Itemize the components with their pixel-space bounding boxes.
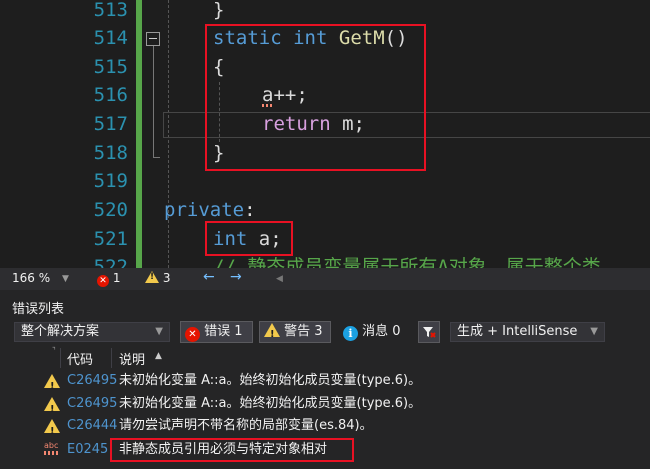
nav-back-icon[interactable]: ← bbox=[203, 269, 215, 285]
intellisense-error-icon: abc bbox=[44, 442, 59, 455]
error-count: 1 bbox=[112, 271, 121, 285]
brace: } bbox=[213, 0, 225, 21]
error-code[interactable]: C26495 bbox=[67, 393, 117, 415]
error-count-indicator[interactable]: ✕ 1 bbox=[97, 271, 120, 287]
colon: : bbox=[244, 199, 256, 221]
warning-icon bbox=[44, 374, 60, 398]
error-list-row[interactable]: C26495 未初始化变量 A::a。始终初始化成员变量(type.6)。 bbox=[0, 393, 650, 421]
line-number: 516 bbox=[93, 84, 128, 106]
scope-value: 整个解决方案 bbox=[21, 324, 100, 339]
error-icon: ✕ bbox=[97, 275, 109, 287]
column-header-code[interactable]: 代码 bbox=[67, 349, 93, 368]
code-editor[interactable]: 513 514 515 516 517 518 519 520 521 522 … bbox=[0, 0, 650, 268]
line-number: 518 bbox=[93, 142, 128, 164]
nav-forward-icon[interactable]: → bbox=[230, 269, 242, 285]
chevron-down-icon: ▼ bbox=[590, 326, 598, 337]
column-headers: ⌝ 代码 说明 ▲ bbox=[0, 346, 650, 370]
comment: // 静态成员变量属于所有A对象，属于整个类 bbox=[213, 256, 601, 268]
errors-filter-button[interactable]: ✕ 错误 1 bbox=[180, 321, 253, 343]
warning-count: 3 bbox=[162, 271, 171, 285]
column-divider bbox=[111, 348, 112, 368]
zoom-level[interactable]: 166 % bbox=[12, 271, 50, 285]
column-header-description[interactable]: 说明 bbox=[119, 349, 145, 368]
zoom-dropdown-icon[interactable]: ▼ bbox=[62, 274, 69, 284]
collapse-toggle[interactable] bbox=[146, 32, 160, 46]
warning-icon bbox=[44, 419, 60, 443]
error-list-panel: 错误列表 整个解决方案 ▼ ✕ 错误 1 警告 3 i 消息 0 生成 + In… bbox=[0, 290, 650, 469]
error-description: 未初始化变量 A::a。始终初始化成员变量(type.6)。 bbox=[119, 396, 422, 411]
line-number: 520 bbox=[93, 199, 128, 221]
line-number: 517 bbox=[93, 113, 128, 135]
error-list-row[interactable]: C26495 未初始化变量 A::a。始终初始化成员变量(type.6)。 bbox=[0, 370, 650, 398]
error-code[interactable]: C26444 bbox=[67, 415, 117, 437]
info-icon: i bbox=[343, 326, 358, 341]
error-description: 请勿尝试声明不带名称的局部变量(es.84)。 bbox=[119, 418, 373, 433]
outline-line-end bbox=[153, 157, 160, 158]
highlight-box-getm bbox=[205, 24, 426, 171]
outline-line bbox=[153, 46, 154, 158]
keyword: private bbox=[164, 199, 245, 221]
warning-icon bbox=[44, 397, 60, 421]
warnings-filter-button[interactable]: 警告 3 bbox=[259, 321, 331, 345]
change-tracking-bar bbox=[136, 0, 142, 268]
highlight-box-e0245 bbox=[110, 438, 354, 462]
error-code[interactable]: E0245 bbox=[67, 439, 108, 461]
warnings-filter-label: 警告 3 bbox=[284, 324, 323, 339]
warning-count-indicator[interactable]: 3 bbox=[145, 271, 170, 285]
messages-filter-button[interactable]: i 消息 0 bbox=[338, 321, 410, 343]
error-icon: ✕ bbox=[185, 327, 200, 342]
warning-icon bbox=[145, 271, 159, 283]
chevron-down-icon: ▼ bbox=[155, 326, 163, 337]
error-description: 未初始化变量 A::a。始终初始化成员变量(type.6)。 bbox=[119, 373, 422, 388]
highlight-box-int-a bbox=[205, 221, 293, 256]
build-filter-button[interactable] bbox=[418, 321, 440, 343]
scope-dropdown[interactable]: 整个解决方案 ▼ bbox=[14, 322, 170, 342]
column-divider bbox=[60, 348, 61, 368]
editor-status-bar: 166 % ▼ ✕ 1 3 ← → ◀ bbox=[0, 268, 650, 290]
build-source-dropdown[interactable]: 生成 + IntelliSense ▼ bbox=[450, 322, 605, 342]
scroll-left-icon[interactable]: ◀ bbox=[276, 274, 283, 284]
error-list-toolbar: 整个解决方案 ▼ ✕ 错误 1 警告 3 i 消息 0 生成 + Intelli… bbox=[0, 320, 650, 346]
line-number: 514 bbox=[93, 27, 128, 49]
panel-title: 错误列表 bbox=[12, 302, 65, 317]
error-list-row[interactable]: C26444 请勿尝试声明不带名称的局部变量(es.84)。 bbox=[0, 415, 650, 443]
sort-ascending-icon: ▲ bbox=[155, 351, 162, 361]
error-code[interactable]: C26495 bbox=[67, 370, 117, 392]
line-number: 519 bbox=[93, 170, 128, 192]
line-number: 513 bbox=[93, 0, 128, 21]
column-options-icon[interactable]: ⌝ bbox=[52, 346, 56, 355]
messages-filter-label: 消息 0 bbox=[362, 324, 401, 339]
line-number: 515 bbox=[93, 56, 128, 78]
line-number: 522 bbox=[93, 256, 128, 268]
line-number: 521 bbox=[93, 228, 128, 250]
code-line-520[interactable]: private: bbox=[164, 196, 256, 224]
warning-icon bbox=[264, 323, 280, 345]
build-source-value: 生成 + IntelliSense bbox=[457, 324, 578, 339]
code-line-513[interactable]: } bbox=[213, 0, 224, 24]
filter-icon bbox=[423, 327, 436, 338]
errors-filter-label: 错误 1 bbox=[204, 324, 243, 339]
